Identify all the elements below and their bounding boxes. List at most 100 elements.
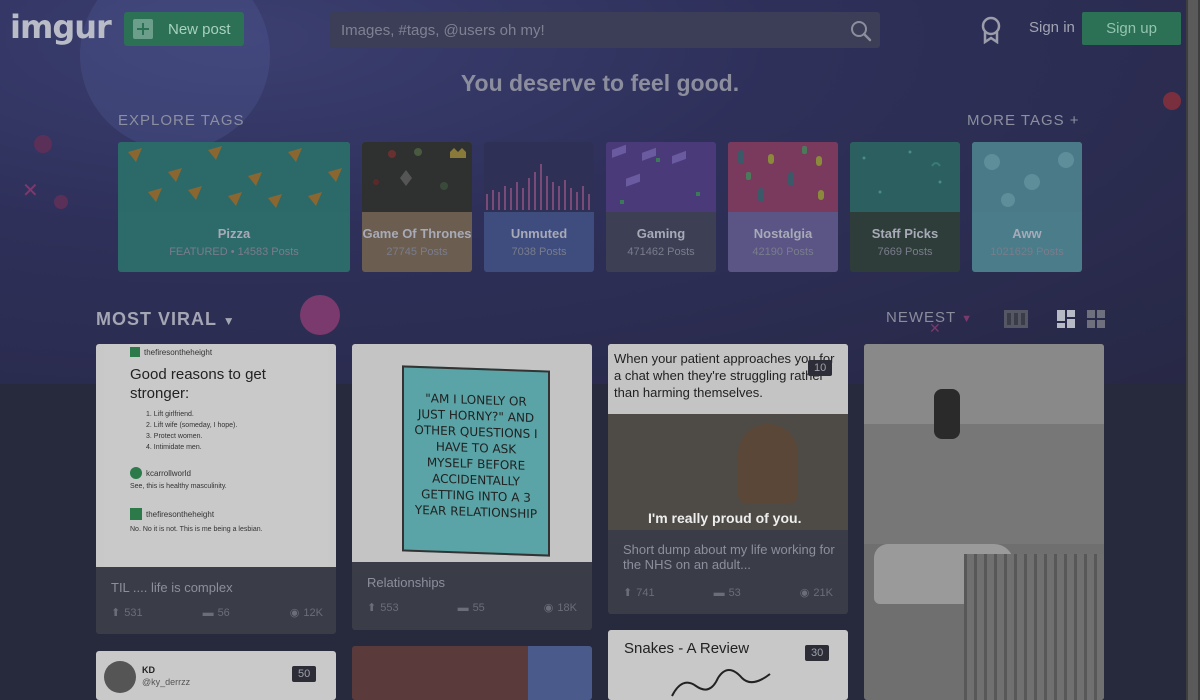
tag-name: Aww — [1012, 226, 1042, 241]
tag-name: Staff Picks — [871, 226, 939, 241]
tag-info: Pizza FEATURED • 14583 Posts — [118, 212, 350, 272]
layout-uniform-icon[interactable] — [1004, 310, 1028, 328]
upvote-stat: ⬆ 531 — [111, 606, 143, 620]
post-card[interactable]: thefiresontheheight Good reasons to get … — [96, 344, 336, 634]
upvote-icon: ⬆ — [623, 587, 633, 599]
person-figure — [738, 424, 798, 504]
sign-in-link[interactable]: Sign in — [1029, 19, 1075, 36]
post-image — [528, 646, 592, 700]
sort-dropdown[interactable]: NEWEST ▼ — [886, 309, 973, 326]
caret-down-icon: ▼ — [222, 314, 236, 328]
game-of-thrones-art — [362, 142, 472, 212]
new-post-label: New post — [168, 20, 231, 38]
tag-card-aww[interactable]: Aww 1021629 Posts — [972, 142, 1082, 272]
comment-icon: ▬ — [713, 586, 725, 599]
tweet-user: kcarrollworld — [146, 468, 191, 478]
nostalgia-art — [728, 142, 838, 212]
tag-count: FEATURED • 14583 Posts — [169, 246, 299, 258]
tag-card-game-of-thrones[interactable]: Game Of Thrones 27745 Posts — [362, 142, 472, 272]
eye-icon: ◉ — [543, 602, 554, 614]
top-header: imgur New post Sign in Sign up — [0, 0, 1186, 58]
soundwave-art — [484, 142, 594, 212]
tag-card-staff-picks[interactable]: Staff Picks 7669 Posts — [850, 142, 960, 272]
tweet-list-item: 3. Protect women. — [146, 433, 203, 440]
caret-down-icon: ▼ — [961, 313, 973, 325]
tag-count: 27745 Posts — [386, 246, 448, 258]
upvote-stat: ⬆ 553 — [367, 601, 399, 615]
avatar — [104, 661, 136, 693]
views-stat: ◉ 12K — [289, 606, 323, 620]
pizza-pattern — [118, 142, 350, 212]
tag-card-pizza[interactable]: Pizza FEATURED • 14583 Posts — [118, 142, 350, 272]
comment-stat: ▬ 56 — [202, 606, 230, 619]
image-count-badge: 10 — [808, 360, 833, 376]
section-label: MOST VIRAL — [96, 309, 217, 329]
post-image: thefiresontheheight Good reasons to get … — [96, 344, 336, 567]
post-title: Snakes - A Review — [624, 640, 750, 657]
plus-icon — [133, 19, 153, 39]
ledge — [864, 424, 1104, 544]
search-input[interactable] — [330, 12, 880, 48]
post-card[interactable]: When your patient approaches you for a c… — [608, 344, 848, 614]
tag-info: Staff Picks 7669 Posts — [850, 212, 960, 272]
upvote-icon: ⬆ — [367, 602, 377, 614]
tag-card-unmuted[interactable]: Unmuted 7038 Posts — [484, 142, 594, 272]
building-wall — [864, 344, 1104, 424]
scrollbar-thumb[interactable] — [1188, 0, 1198, 700]
tag-name: Nostalgia — [753, 226, 813, 241]
tweet-user-name: KD — [142, 665, 155, 675]
tweet-user: thefiresontheheight — [146, 509, 215, 519]
upvote-icon: ⬆ — [111, 607, 121, 619]
tag-count: 42190 Posts — [752, 246, 814, 258]
post-stats: ⬆ 531 ▬ 56 ◉ 12K — [111, 606, 323, 620]
layout-waterfall-icon[interactable] — [1057, 310, 1075, 328]
book-text: "AM I LONELY OR JUST HORNY?" AND OTHER Q… — [414, 391, 538, 522]
views-stat: ◉ 21K — [799, 586, 833, 600]
person-figure — [934, 389, 960, 439]
post-card[interactable] — [352, 646, 592, 700]
staff-picks-art — [850, 142, 960, 212]
post-card[interactable]: KD @ky_derrzz 50 — [96, 651, 336, 700]
more-tags-link[interactable]: MORE TAGS + — [967, 112, 1080, 129]
tag-info: Unmuted 7038 Posts — [484, 212, 594, 272]
comment-icon: ▬ — [457, 601, 469, 614]
upvote-stat: ⬆ 741 — [623, 586, 655, 600]
tweet-list-item: 2. Lift wife (someday, I hope). — [146, 422, 238, 429]
tag-count: 7038 Posts — [511, 246, 567, 258]
sign-up-button[interactable]: Sign up — [1082, 12, 1181, 45]
explore-tags-label: EXPLORE TAGS — [118, 112, 245, 129]
post-image — [864, 344, 1104, 700]
post-title: TIL .... life is complex — [111, 580, 233, 595]
layout-grid-icon[interactable] — [1087, 310, 1105, 328]
avatar — [130, 508, 142, 520]
meme-caption-top: When your patient approaches you for a c… — [608, 344, 848, 414]
snake-drawing — [671, 669, 771, 697]
post-stats: ⬆ 741 ▬ 53 ◉ 21K — [623, 586, 833, 600]
image-count-badge: 50 — [292, 666, 317, 682]
meme-caption-bottom: I'm really proud of you. — [648, 510, 802, 526]
aww-art — [972, 142, 1082, 212]
post-card[interactable]: Snakes - A Review 30 — [608, 630, 848, 700]
imgur-logo[interactable]: imgur — [10, 8, 112, 46]
decorative-circle — [34, 135, 52, 153]
avatar — [130, 467, 142, 479]
post-card[interactable]: "AM I LONELY OR JUST HORNY?" AND OTHER Q… — [352, 344, 592, 630]
search-icon[interactable] — [850, 20, 872, 42]
tweet-list-item: 1. Lift girlfriend. — [146, 411, 194, 418]
views-stat: ◉ 18K — [543, 601, 577, 615]
tweet-reply: No. No it is not. This is me being a les… — [130, 526, 263, 533]
new-post-button[interactable]: New post — [124, 12, 244, 46]
tag-count: 471462 Posts — [627, 246, 695, 258]
notification-icon[interactable] — [980, 16, 1002, 44]
tweet-user: thefiresontheheight — [144, 347, 213, 357]
tag-info: Gaming 471462 Posts — [606, 212, 716, 272]
most-viral-dropdown[interactable]: MOST VIRAL ▼ — [96, 309, 236, 330]
tag-card-nostalgia[interactable]: Nostalgia 42190 Posts — [728, 142, 838, 272]
tweet-screenshot: thefiresontheheight Good reasons to get … — [104, 344, 328, 567]
tag-name: Gaming — [636, 226, 686, 241]
post-card[interactable] — [864, 344, 1104, 700]
tweet-list-item: 4. Intimidate men. — [146, 444, 202, 451]
gaming-art — [606, 142, 716, 212]
tag-card-gaming[interactable]: Gaming 471462 Posts — [606, 142, 716, 272]
tag-count: 7669 Posts — [877, 246, 933, 258]
